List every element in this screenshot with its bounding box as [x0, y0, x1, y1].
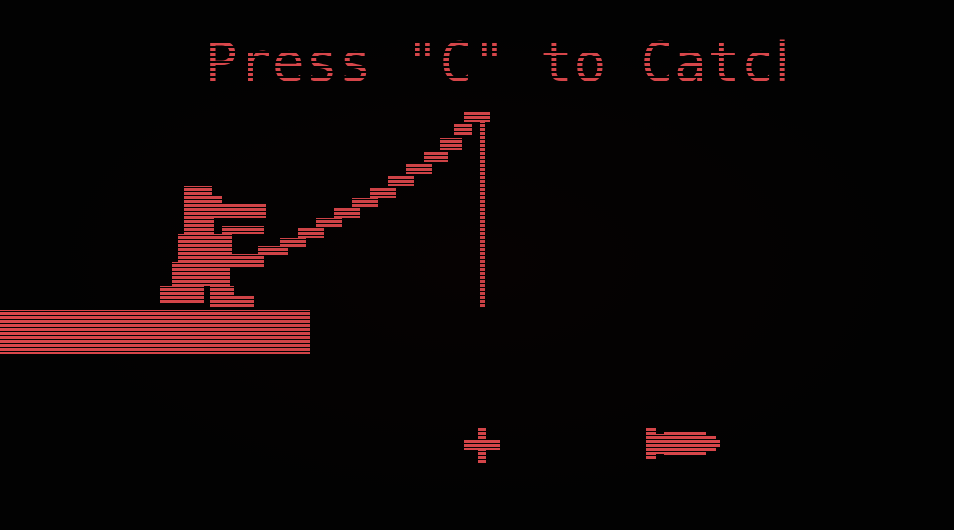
game-screen[interactable]: Press "C" to Catch: [0, 0, 954, 530]
fishing-rod: [258, 112, 490, 256]
dock: [0, 310, 310, 354]
crosshair-marker: [464, 428, 500, 464]
fish: [646, 428, 720, 460]
game-scene: [0, 112, 720, 464]
fishing-line: [480, 118, 485, 308]
fisherman: [160, 186, 266, 308]
